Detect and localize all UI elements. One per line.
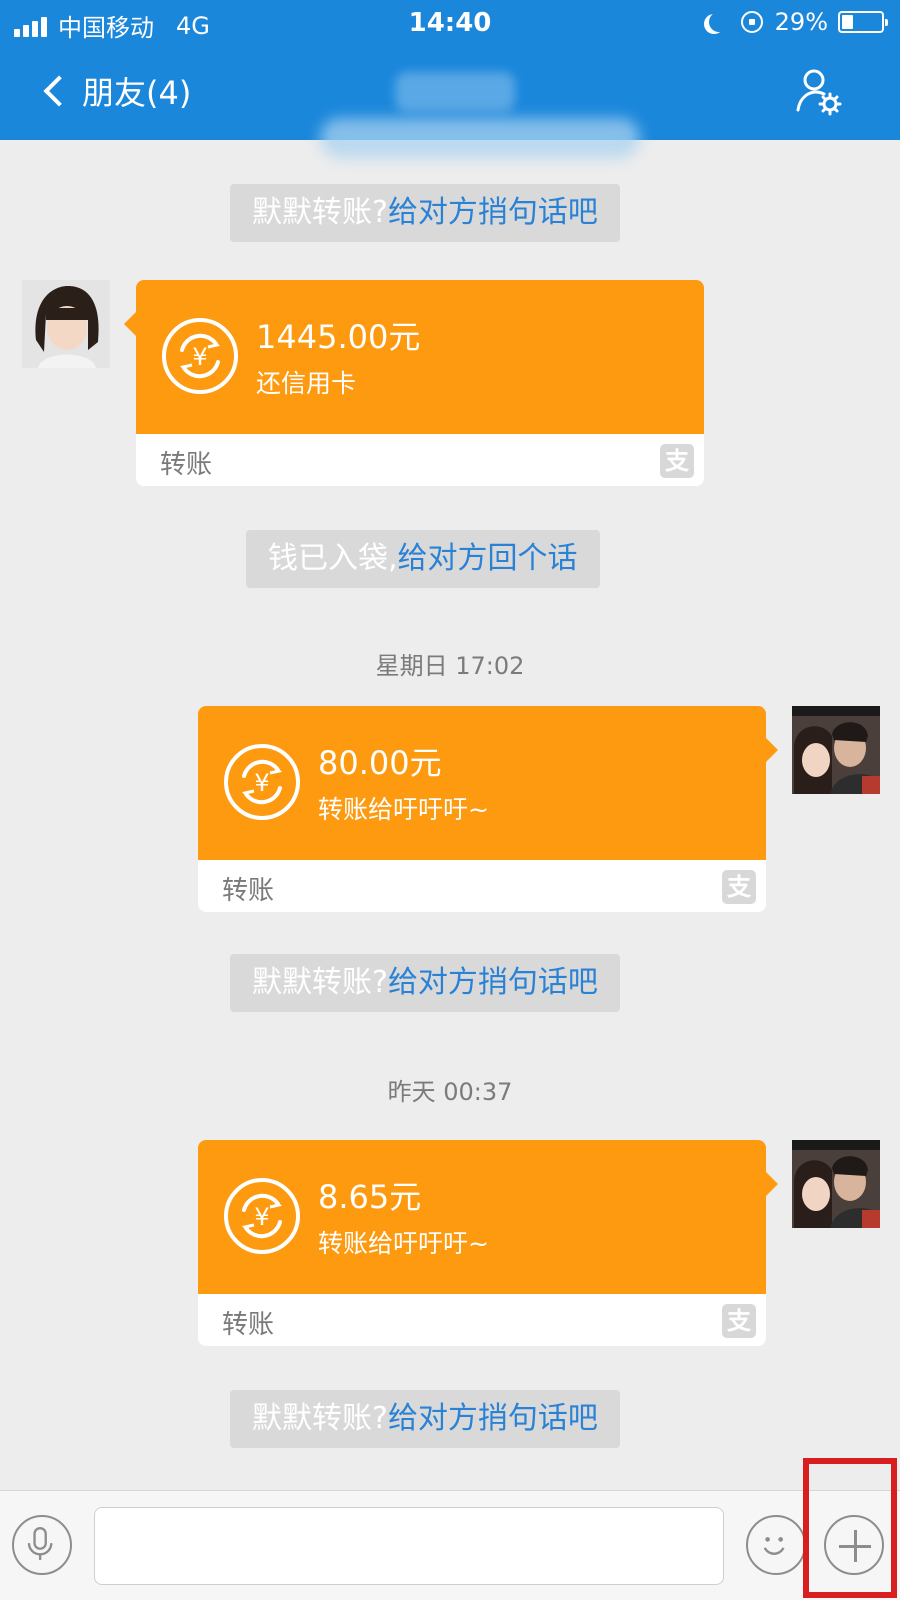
transfer-amount: 8.65元 [318,1178,422,1216]
transfer-card-footer: 转账 支 [136,434,704,486]
avatar[interactable] [792,706,880,794]
tip-link[interactable]: 给对方捎句话吧 [388,1401,598,1436]
transfer-kind: 转账 [222,1310,275,1340]
transfer-yuan-icon: ¥ [224,744,300,820]
transfer-yuan-icon: ¥ [224,1178,300,1254]
svg-text:¥: ¥ [254,769,269,797]
system-tip: 默默转账?给对方捎句话吧 [230,184,620,242]
alipay-icon: 支 [722,1304,756,1338]
transfer-card-top: ¥ 8.65元 转账给吁吁吁~ [198,1140,766,1294]
transfer-card-top: ¥ 1445.00元 还信用卡 [136,280,704,434]
transfer-amount: 80.00元 [318,744,442,782]
transfer-card[interactable]: ¥ 8.65元 转账给吁吁吁~ 转账 支 [198,1140,778,1346]
back-button[interactable]: 朋友(4) [40,68,191,114]
transfer-yuan-icon: ¥ [162,318,238,394]
message-text-input[interactable] [94,1507,724,1585]
svg-text:¥: ¥ [254,1203,269,1231]
tip-text: 默默转账? [252,1401,388,1436]
user-settings-button[interactable] [792,66,842,116]
transfer-card-top: ¥ 80.00元 转账给吁吁吁~ [198,706,766,860]
bubble-tail [766,738,778,762]
alipay-icon: 支 [660,444,694,478]
transfer-card[interactable]: ¥ 80.00元 转账给吁吁吁~ 转账 支 [198,706,778,912]
microphone-icon [27,1527,53,1560]
transfer-memo: 还信用卡 [256,369,357,398]
chevron-left-icon [43,75,75,107]
message-timestamp: 昨天 00:37 [387,1078,513,1106]
transfer-kind: 转账 [160,450,213,480]
tip-text: 默默转账? [252,965,388,1000]
message-timestamp: 星期日 17:02 [375,652,525,680]
system-tip: 默默转账?给对方捎句话吧 [230,1390,620,1448]
plus-button[interactable] [824,1515,884,1575]
avatar[interactable] [792,1140,880,1228]
tip-text: 默默转账? [252,195,388,230]
system-tip: 默默转账?给对方捎句话吧 [230,954,620,1012]
system-tip: 钱已入袋,给对方回个话 [246,530,600,588]
transfer-kind: 转账 [222,876,275,906]
bubble-tail [124,312,136,336]
status-right: 29% [703,8,888,36]
tip-link[interactable]: 给对方捎句话吧 [388,195,598,230]
smiley-icon [763,1537,785,1555]
moon-icon [709,12,729,32]
transfer-card-footer: 转账 支 [198,860,766,912]
transfer-memo: 转账给吁吁吁~ [318,1229,489,1258]
alipay-icon: 支 [722,870,756,904]
tip-text: 钱已入袋, [268,541,398,576]
tip-link[interactable]: 给对方回个话 [398,541,578,576]
user-settings-icon [796,69,842,116]
rotation-lock-icon [740,11,763,33]
blurred-chat-title [395,72,515,112]
battery-icon [838,11,888,33]
status-bar: 中国移动 4G 14:40 29% [0,0,900,46]
chat-area[interactable]: 默默转账?给对方捎句话吧 ¥ 1445.00元 还信用卡 转账 支 钱已入袋,给… [0,140,900,1490]
transfer-card[interactable]: ¥ 1445.00元 还信用卡 转账 支 [124,280,704,486]
battery-percent: 29% [774,8,828,36]
girl-avatar-image [22,280,110,368]
transfer-memo: 转账给吁吁吁~ [318,795,489,824]
bubble-tail [766,1172,778,1196]
svg-text:¥: ¥ [192,343,207,371]
voice-button[interactable] [12,1515,72,1575]
emoji-button[interactable] [746,1515,806,1575]
couple-avatar-image [792,706,880,794]
message-input-bar [0,1490,900,1600]
tip-link[interactable]: 给对方捎句话吧 [388,965,598,1000]
transfer-card-footer: 转账 支 [198,1294,766,1346]
avatar[interactable] [22,280,110,368]
transfer-amount: 1445.00元 [256,318,421,356]
back-label: 朋友(4) [82,74,192,112]
couple-avatar-image [792,1140,880,1228]
